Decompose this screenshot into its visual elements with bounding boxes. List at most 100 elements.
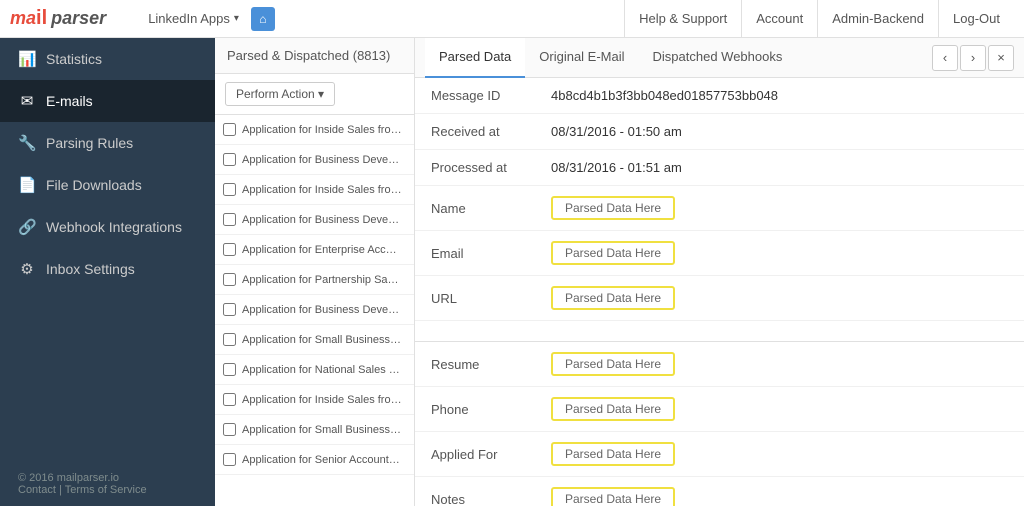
list-item[interactable]: Application for Inside Sales fro… xyxy=(215,175,414,205)
file-downloads-icon: 📄 xyxy=(18,176,36,194)
email-item-text: Application for National Sales … xyxy=(242,364,400,376)
table-row: Email Parsed Data Here xyxy=(415,231,1024,276)
email-checkbox-9[interactable] xyxy=(223,393,236,406)
field-value-email: Parsed Data Here xyxy=(535,231,1024,276)
list-item[interactable]: Application for Small Business… xyxy=(215,415,414,445)
footer-links: Contact | Terms of Service xyxy=(18,484,197,496)
list-item[interactable]: Application for Business Deve… xyxy=(215,205,414,235)
email-checkbox-4[interactable] xyxy=(223,243,236,256)
list-item[interactable]: Application for Senior Account… xyxy=(215,445,414,475)
table-row: Received at 08/31/2016 - 01:50 am xyxy=(415,114,1024,150)
sidebar-item-parsing-rules[interactable]: 🔧 Parsing Rules xyxy=(0,122,215,164)
field-value-notes: Parsed Data Here xyxy=(535,477,1024,506)
email-checkbox-8[interactable] xyxy=(223,363,236,376)
logo-icon: il xyxy=(36,7,47,30)
email-item-text: Application for Inside Sales fro… xyxy=(242,124,402,136)
help-support-link[interactable]: Help & Support xyxy=(624,0,741,38)
email-item-text: Application for Small Business… xyxy=(242,334,401,346)
field-label-resume: Resume xyxy=(415,342,535,387)
field-label-url: URL xyxy=(415,276,535,321)
email-checkbox-10[interactable] xyxy=(223,423,236,436)
logout-link[interactable]: Log-Out xyxy=(938,0,1014,38)
email-checkbox-3[interactable] xyxy=(223,213,236,226)
sidebar-label-inbox-settings: Inbox Settings xyxy=(46,261,135,277)
sidebar-item-file-downloads[interactable]: 📄 File Downloads xyxy=(0,164,215,206)
webhook-icon: 🔗 xyxy=(18,218,36,236)
field-value-phone: Parsed Data Here xyxy=(535,387,1024,432)
emails-icon: ✉ xyxy=(18,92,36,110)
table-row: URL Parsed Data Here xyxy=(415,276,1024,321)
spacer-row xyxy=(415,321,1024,342)
table-row: Notes Parsed Data Here xyxy=(415,477,1024,506)
table-row: Resume Parsed Data Here xyxy=(415,342,1024,387)
close-button[interactable]: × xyxy=(988,45,1014,71)
list-item[interactable]: Application for Partnership Sa… xyxy=(215,265,414,295)
admin-backend-link[interactable]: Admin-Backend xyxy=(817,0,938,38)
tab-dispatched-webhooks[interactable]: Dispatched Webhooks xyxy=(639,38,797,78)
sidebar-item-emails[interactable]: ✉ E-mails xyxy=(0,80,215,122)
email-item-text: Application for Inside Sales fro… xyxy=(242,394,402,406)
parsed-badge-resume: Parsed Data Here xyxy=(551,352,675,376)
parsed-badge-phone: Parsed Data Here xyxy=(551,397,675,421)
field-label-notes: Notes xyxy=(415,477,535,506)
email-checkbox-2[interactable] xyxy=(223,183,236,196)
list-item[interactable]: Application for National Sales … xyxy=(215,355,414,385)
main-layout: 📊 Statistics ✉ E-mails 🔧 Parsing Rules 📄… xyxy=(0,38,1024,506)
email-checkbox-1[interactable] xyxy=(223,153,236,166)
field-label-phone: Phone xyxy=(415,387,535,432)
list-item[interactable]: Application for Small Business… xyxy=(215,325,414,355)
parsed-badge-notes: Parsed Data Here xyxy=(551,487,675,506)
tab-original-email[interactable]: Original E-Mail xyxy=(525,38,638,78)
list-item[interactable]: Application for Enterprise Acc… xyxy=(215,235,414,265)
home-button[interactable]: ⌂ xyxy=(251,7,275,31)
detail-table: Message ID 4b8cd4b1b3f3bb048ed01857753bb… xyxy=(415,78,1024,506)
action-bar: Perform Action ▾ xyxy=(215,74,414,115)
email-item-text: Application for Partnership Sa… xyxy=(242,274,399,286)
table-row: Applied For Parsed Data Here xyxy=(415,432,1024,477)
parsed-badge-email: Parsed Data Here xyxy=(551,241,675,265)
sidebar-label-emails: E-mails xyxy=(46,93,93,109)
parsing-rules-icon: 🔧 xyxy=(18,134,36,152)
contact-link[interactable]: Contact xyxy=(18,484,56,496)
copyright-text: © 2016 mailparser.io xyxy=(18,472,197,484)
email-checkbox-7[interactable] xyxy=(223,333,236,346)
field-value-resume: Parsed Data Here xyxy=(535,342,1024,387)
sidebar-item-statistics[interactable]: 📊 Statistics xyxy=(0,38,215,80)
sidebar: 📊 Statistics ✉ E-mails 🔧 Parsing Rules 📄… xyxy=(0,38,215,506)
email-list-panel: Parsed & Dispatched (8813) Perform Actio… xyxy=(215,38,415,506)
prev-button[interactable]: ‹ xyxy=(932,45,958,71)
field-label-email: Email xyxy=(415,231,535,276)
account-link[interactable]: Account xyxy=(741,0,817,38)
center-links: LinkedIn Apps ⌂ xyxy=(136,7,624,31)
linkedin-apps-link[interactable]: LinkedIn Apps xyxy=(136,11,251,26)
parsed-badge-url: Parsed Data Here xyxy=(551,286,675,310)
list-item[interactable]: Application for Business Deve… xyxy=(215,295,414,325)
list-item[interactable]: Application for Business Deve… xyxy=(215,145,414,175)
detail-content: Message ID 4b8cd4b1b3f3bb048ed01857753bb… xyxy=(415,78,1024,506)
email-checkbox-11[interactable] xyxy=(223,453,236,466)
right-links: Help & Support Account Admin-Backend Log… xyxy=(624,0,1014,38)
table-row: Name Parsed Data Here xyxy=(415,186,1024,231)
email-item-text: Application for Small Business… xyxy=(242,424,401,436)
field-label-processed-at: Processed at xyxy=(415,150,535,186)
list-item[interactable]: Application for Inside Sales fro… xyxy=(215,385,414,415)
table-row: Processed at 08/31/2016 - 01:51 am xyxy=(415,150,1024,186)
next-button[interactable]: › xyxy=(960,45,986,71)
email-checkbox-5[interactable] xyxy=(223,273,236,286)
email-checkbox-6[interactable] xyxy=(223,303,236,316)
perform-action-button[interactable]: Perform Action ▾ xyxy=(225,82,335,106)
logo-parser: parser xyxy=(51,8,106,29)
email-checkbox-0[interactable] xyxy=(223,123,236,136)
sidebar-item-inbox-settings[interactable]: ⚙ Inbox Settings xyxy=(0,248,215,290)
detail-panel: Parsed Data Original E-Mail Dispatched W… xyxy=(415,38,1024,506)
tab-navigation-buttons: ‹ › × xyxy=(932,45,1014,71)
sidebar-label-statistics: Statistics xyxy=(46,51,102,67)
terms-link[interactable]: Terms of Service xyxy=(65,484,147,496)
field-label-applied-for: Applied For xyxy=(415,432,535,477)
parsed-badge-applied-for: Parsed Data Here xyxy=(551,442,675,466)
sidebar-item-webhook-integrations[interactable]: 🔗 Webhook Integrations xyxy=(0,206,215,248)
field-value-applied-for: Parsed Data Here xyxy=(535,432,1024,477)
list-item[interactable]: Application for Inside Sales fro… xyxy=(215,115,414,145)
field-label-received-at: Received at xyxy=(415,114,535,150)
tab-parsed-data[interactable]: Parsed Data xyxy=(425,38,525,78)
